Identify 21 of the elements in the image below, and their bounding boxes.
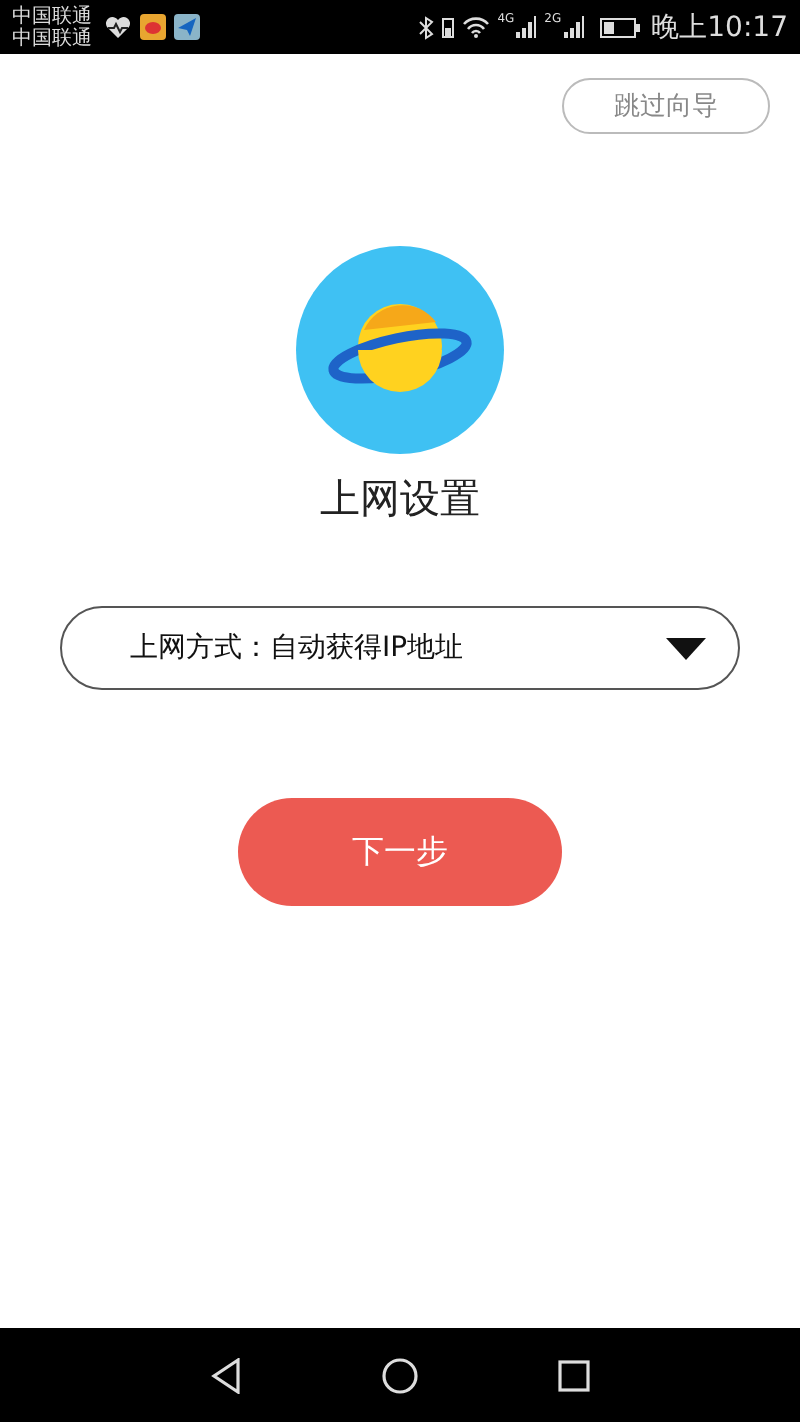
back-icon[interactable]	[210, 1357, 242, 1393]
wifi-icon	[461, 16, 490, 38]
dropdown-arrow-icon	[666, 637, 706, 659]
carrier-name: 中国联通	[12, 27, 92, 49]
next-button[interactable]: 下一步	[238, 798, 562, 906]
signal-icon	[563, 16, 584, 38]
app-icon	[140, 14, 166, 40]
signal-icon	[516, 16, 537, 38]
recents-icon[interactable]	[558, 1359, 590, 1391]
home-icon[interactable]	[382, 1357, 418, 1393]
page-title: 上网设置	[320, 472, 480, 526]
heart-rate-icon	[104, 15, 132, 39]
battery-icon	[599, 17, 640, 37]
battery-small-icon	[441, 16, 454, 38]
clock: 晚上10:17	[651, 9, 788, 45]
connection-type-dropdown[interactable]: 上网方式：自动获得IP地址	[60, 606, 740, 690]
bluetooth-icon	[417, 15, 434, 39]
skip-button[interactable]: 跳过向导	[562, 78, 770, 134]
planet-logo-icon	[296, 246, 504, 454]
send-icon	[174, 14, 200, 40]
carrier-name: 中国联通	[12, 5, 92, 27]
